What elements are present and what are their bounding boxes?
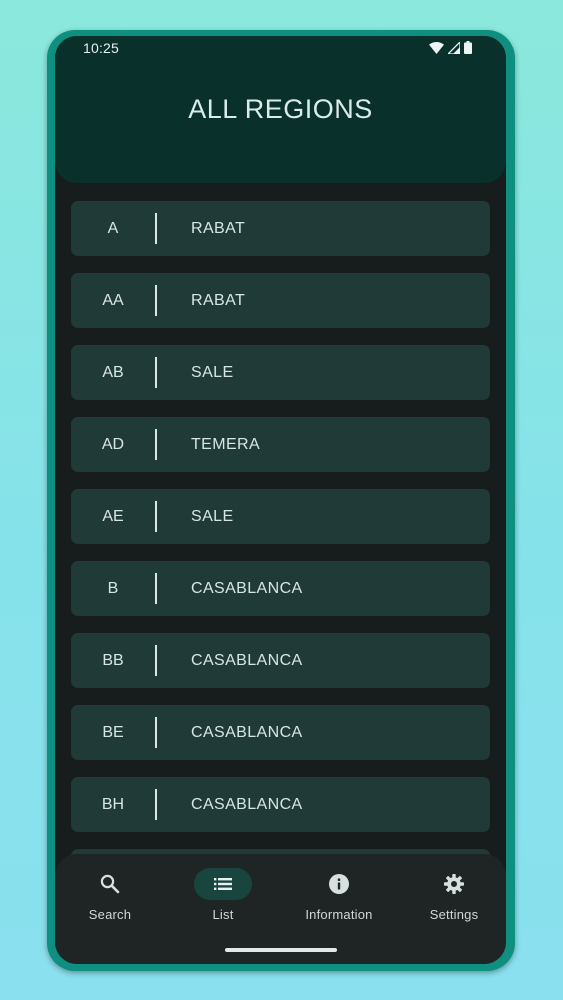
row-divider (155, 501, 157, 532)
region-code: AE (102, 508, 124, 525)
region-row[interactable]: AE SALE (71, 489, 490, 544)
row-divider (155, 573, 157, 604)
region-city: TEMERA (191, 436, 261, 453)
nav-item-search[interactable]: Search (55, 868, 165, 928)
region-city: RABAT (191, 292, 246, 309)
region-city: SALE (191, 508, 234, 525)
status-bar: 10:25 (55, 36, 506, 60)
info-icon (327, 872, 351, 896)
bottom-navigation: Search List Information Settings (55, 854, 506, 964)
region-code: BH (101, 796, 125, 813)
list-icon (211, 872, 235, 896)
region-city: CASABLANCA (191, 796, 303, 813)
app-header: 10:25 ALL REGIONS (55, 36, 506, 183)
nav-label-information: Information (305, 907, 373, 922)
row-divider (155, 285, 157, 316)
region-row[interactable]: AA RABAT (71, 273, 490, 328)
status-icons (429, 40, 472, 59)
battery-icon (464, 41, 472, 59)
nav-label-settings: Settings (429, 907, 479, 922)
nav-item-settings[interactable]: Settings (399, 868, 506, 928)
wifi-icon (429, 41, 444, 59)
gear-icon (442, 872, 466, 896)
row-divider (155, 645, 157, 676)
row-divider (155, 429, 157, 460)
region-city: CASABLANCA (191, 724, 303, 741)
phone-frame: 10:25 ALL REGIONS A RABAT AA RABAT AB SA… (47, 30, 515, 971)
page-title: ALL REGIONS (188, 94, 373, 124)
search-icon (98, 872, 122, 896)
region-city: CASABLANCA (191, 580, 303, 597)
nav-item-list[interactable]: List (168, 868, 278, 928)
region-city: CASABLANCA (191, 652, 303, 669)
nav-item-information[interactable]: Information (284, 868, 394, 928)
app-screen: 10:25 ALL REGIONS A RABAT AA RABAT AB SA… (55, 36, 506, 964)
region-code: B (107, 580, 119, 597)
region-code: AA (102, 292, 124, 309)
region-row[interactable]: B CASABLANCA (71, 561, 490, 616)
region-city: SALE (191, 364, 234, 381)
region-row[interactable]: BE CASABLANCA (71, 705, 490, 760)
region-code: AB (102, 364, 124, 381)
row-divider (155, 717, 157, 748)
region-code: BE (102, 724, 124, 741)
home-indicator[interactable] (225, 948, 337, 952)
nav-label-list: List (212, 907, 234, 922)
cellular-signal-icon (446, 40, 461, 59)
region-row[interactable]: AB SALE (71, 345, 490, 400)
region-row[interactable]: A RABAT (71, 201, 490, 256)
region-code: AD (101, 436, 125, 453)
row-divider (155, 789, 157, 820)
region-code: A (107, 220, 119, 237)
region-code: BB (102, 652, 124, 669)
row-divider (155, 213, 157, 244)
region-row[interactable]: BB CASABLANCA (71, 633, 490, 688)
row-divider (155, 357, 157, 388)
nav-label-search: Search (88, 907, 132, 922)
region-city: RABAT (191, 220, 246, 237)
status-time: 10:25 (83, 40, 120, 56)
region-row[interactable]: AD TEMERA (71, 417, 490, 472)
region-row[interactable]: BH CASABLANCA (71, 777, 490, 832)
